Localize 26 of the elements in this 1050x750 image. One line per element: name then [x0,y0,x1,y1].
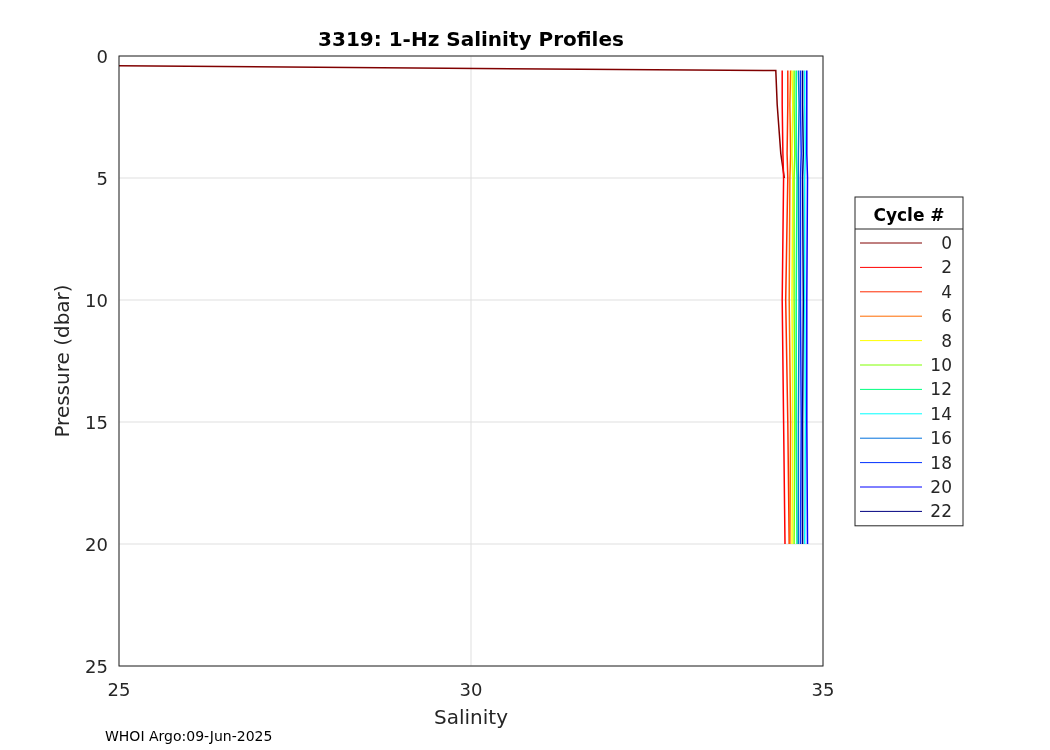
legend-label: 18 [930,452,952,473]
x-axis-label: Salinity [434,705,508,729]
legend-label: 6 [941,306,952,327]
legend-label: 14 [930,403,952,424]
legend-label: 22 [930,501,952,522]
y-tick-label: 0 [96,46,108,67]
y-tick-label: 20 [85,534,108,555]
legend-label: 8 [941,330,952,351]
legend-label: 20 [930,477,952,497]
chart-title: 3319: 1-Hz Salinity Profiles [318,27,624,51]
legend-label: 2 [941,257,952,278]
legend-label: 12 [930,379,952,400]
x-tick-label: 25 [107,679,131,700]
y-axis-label: Pressure (dbar) [50,284,74,438]
y-tick-label: 5 [96,168,108,189]
legend-label: 16 [930,428,952,449]
legend-label: 0 [941,233,952,253]
footer-text: WHOI Argo:09-Jun-2025 [105,728,273,744]
x-tick-label: 35 [811,679,835,700]
legend-label: 10 [930,355,952,375]
y-tick-label: 10 [85,290,108,311]
legend-title: Cycle # [873,205,945,225]
x-tick-label: 30 [459,679,483,700]
legend-label: 4 [941,281,952,302]
y-tick-label: 15 [85,412,108,433]
y-tick-label: 25 [85,656,108,677]
